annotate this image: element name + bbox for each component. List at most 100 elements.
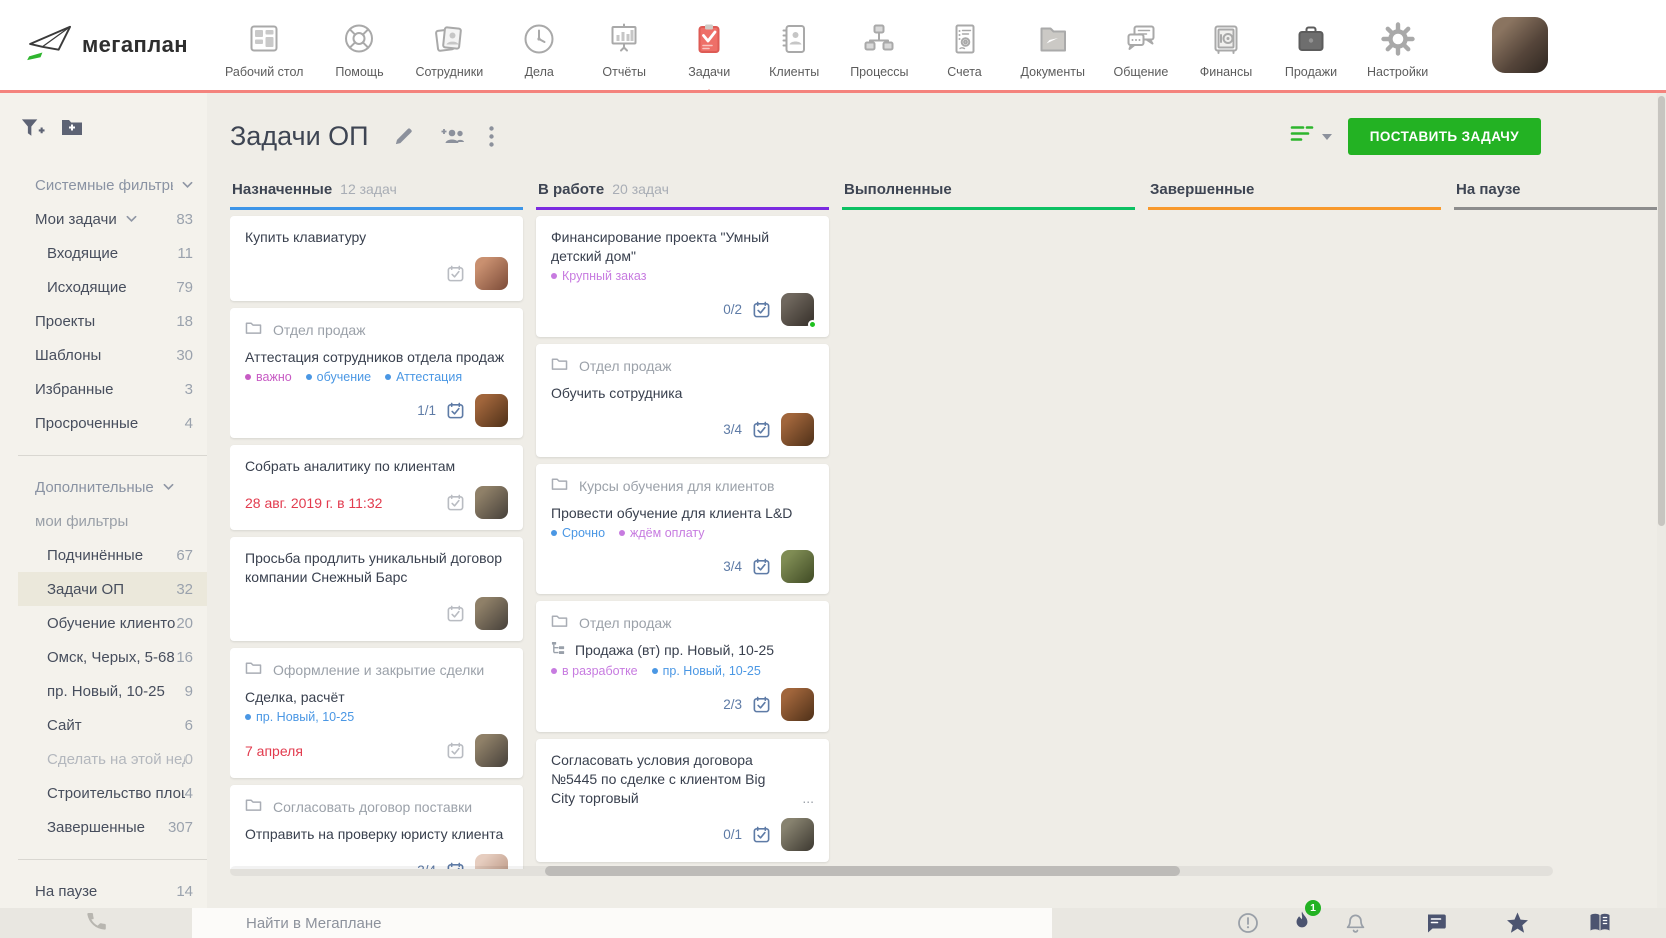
sidebar-item-шаблоны[interactable]: Шаблоны 30 [0, 338, 207, 372]
task-card[interactable]: Отдел продаж Обучить сотрудника 3/4 [536, 344, 829, 457]
calendar-icon[interactable] [752, 557, 771, 576]
task-card[interactable]: Просьба продлить уникальный договор комп… [230, 537, 523, 641]
sidebar-item-входящие[interactable]: Входящие 11 [0, 236, 207, 270]
tab-staff[interactable]: Сотрудники [415, 18, 483, 79]
assignee-avatar[interactable] [781, 293, 817, 329]
card-title-text: Сделка, расчёт [245, 689, 345, 705]
phone-button[interactable] [0, 908, 192, 938]
knowledge-base-button[interactable] [1588, 912, 1612, 934]
sidebar-item-избранные[interactable]: Избранные 3 [0, 372, 207, 406]
tag[interactable]: ждём оплату [619, 526, 705, 540]
favorites-button[interactable] [1506, 912, 1529, 934]
add-folder-icon[interactable] [60, 117, 84, 144]
task-card[interactable]: Отдел продаж Аттестация сотрудников отдел… [230, 308, 523, 438]
assignee-avatar[interactable] [781, 413, 814, 446]
assignee-avatar[interactable] [475, 486, 508, 519]
tab-finance[interactable]: Финансы [1197, 18, 1255, 79]
tag[interactable]: Крупный заказ [551, 269, 646, 283]
tab-label: Сотрудники [415, 64, 484, 79]
megaplan-logo[interactable]: мегаплан [26, 23, 201, 68]
tab-help[interactable]: Помощь [330, 18, 388, 79]
tab-chat[interactable]: Общение [1112, 18, 1170, 79]
calendar-icon[interactable] [446, 264, 465, 283]
more-menu-button[interactable] [488, 125, 494, 147]
calendar-icon[interactable] [446, 604, 465, 623]
task-card[interactable]: Согласовать условия договора №5445 по сд… [536, 739, 829, 862]
tag[interactable]: обучение [305, 370, 371, 384]
tab-sales[interactable]: Продажи [1282, 18, 1340, 79]
sidebar-item-строительство-площ-[interactable]: Строительство площ...4 [0, 776, 207, 810]
sidebar-section-label[interactable]: Дополнительные [0, 470, 207, 504]
search-input[interactable] [192, 908, 1052, 938]
task-card[interactable]: Отдел продаж Продажа (вт) пр. Новый, 10-2… [536, 601, 829, 732]
add-filter-icon[interactable] [20, 117, 45, 144]
sidebar-item-омск-черых-5-68[interactable]: Омск, Черых, 5-68 16 [0, 640, 207, 674]
sidebar-item-подчинённые[interactable]: Подчинённые 67 [0, 538, 207, 572]
tab-tasks[interactable]: Задачи [680, 18, 738, 95]
vertical-scrollbar[interactable] [1658, 96, 1665, 526]
info-button[interactable] [1237, 912, 1259, 934]
tab-label: Клиенты [769, 64, 820, 79]
task-card[interactable]: Собрать аналитику по клиентам 28 авг. 201… [230, 445, 523, 530]
tab-settings[interactable]: Настройки [1367, 18, 1428, 79]
sidebar-item-обучение-клиентов[interactable]: Обучение клиентов 20 [0, 606, 207, 640]
calendar-icon[interactable] [752, 695, 771, 714]
tag[interactable]: в разработке [551, 664, 638, 678]
activity-button[interactable]: 1 [1292, 899, 1321, 938]
edit-title-button[interactable] [393, 126, 414, 147]
assignee-avatar[interactable] [781, 688, 814, 721]
task-card[interactable]: Курсы обучения для клиентов Провести обуч… [536, 464, 829, 594]
task-card[interactable]: Оформление и закрытие сделки Сделка, расч… [230, 648, 523, 778]
assignee-avatar[interactable] [475, 734, 508, 767]
sidebar-item-просроченные[interactable]: Просроченные 4 [0, 406, 207, 440]
user-avatar[interactable] [1492, 17, 1548, 73]
task-card[interactable]: Финансирование проекта "Умный детский до… [536, 216, 829, 337]
tag[interactable]: Аттестация [385, 370, 462, 384]
sidebar-item-мои-задачи[interactable]: Мои задачи 83 [0, 202, 207, 236]
tab-processes[interactable]: Процессы [850, 18, 909, 79]
tab-invoices[interactable]: Счета [936, 18, 994, 79]
sidebar-item-завершенные[interactable]: Завершенные 307 [0, 810, 207, 844]
tag[interactable]: пр. Новый, 10-25 [245, 710, 354, 724]
calendar-icon[interactable] [752, 420, 771, 439]
tag[interactable]: Срочно [551, 526, 605, 540]
tab-desktop[interactable]: Рабочий стол [225, 18, 303, 79]
card-title: Сделка, расчёт [245, 688, 508, 707]
sidebar-item-исходящие[interactable]: Исходящие 79 [0, 270, 207, 304]
assignee-avatar[interactable] [781, 550, 814, 583]
sidebar-item-проекты[interactable]: Проекты 18 [0, 304, 207, 338]
task-card[interactable]: Согласовать договор поставки Отправить на… [230, 785, 523, 869]
calendar-icon[interactable] [446, 741, 465, 760]
notifications-button[interactable] [1345, 912, 1366, 935]
sidebar-section-label[interactable]: Системные фильтры [0, 168, 207, 202]
assignee-avatar[interactable] [475, 257, 508, 290]
tab-todos[interactable]: Дела [510, 18, 568, 79]
calendar-icon[interactable] [752, 825, 771, 844]
view-toggle[interactable] [1290, 125, 1332, 147]
assignee-avatar[interactable] [781, 818, 814, 851]
add-participants-button[interactable] [438, 126, 465, 146]
tab-documents[interactable]: Документы [1021, 18, 1085, 79]
comments-button[interactable] [1425, 913, 1447, 934]
add-task-button[interactable]: ПОСТАВИТЬ ЗАДАЧУ [1347, 117, 1541, 155]
assignee-avatar[interactable] [475, 394, 508, 427]
tag[interactable]: пр. Новый, 10-25 [651, 664, 761, 678]
calendar-icon[interactable] [446, 493, 465, 512]
assignee-avatar[interactable] [475, 597, 508, 630]
tab-label: Отчёты [602, 64, 646, 79]
sidebar-item-сделать-на-этой-нед-[interactable]: Сделать на этой нед...0 [0, 742, 207, 776]
sidebar-section-label: мои фильтры [0, 504, 207, 538]
sidebar-item-задачи-оп[interactable]: Задачи ОП 32 [18, 572, 207, 606]
tag[interactable]: важно [245, 370, 292, 384]
horizontal-scrollbar[interactable] [545, 866, 1180, 876]
tab-reports[interactable]: Отчёты [595, 18, 653, 79]
sidebar-item-пр-новый-10-25[interactable]: пр. Новый, 10-25 9 [0, 674, 207, 708]
sidebar-item-на-паузе[interactable]: На паузе 14 [0, 874, 207, 908]
card-title: Продажа (вт) пр. Новый, 10-25 [551, 641, 814, 661]
tab-clients[interactable]: Клиенты [765, 18, 823, 79]
phone-icon [85, 909, 108, 937]
task-card[interactable]: Купить клавиатуру [230, 216, 523, 301]
calendar-icon[interactable] [446, 401, 465, 420]
calendar-icon[interactable] [752, 300, 771, 319]
sidebar-item-сайт[interactable]: Сайт 6 [0, 708, 207, 742]
